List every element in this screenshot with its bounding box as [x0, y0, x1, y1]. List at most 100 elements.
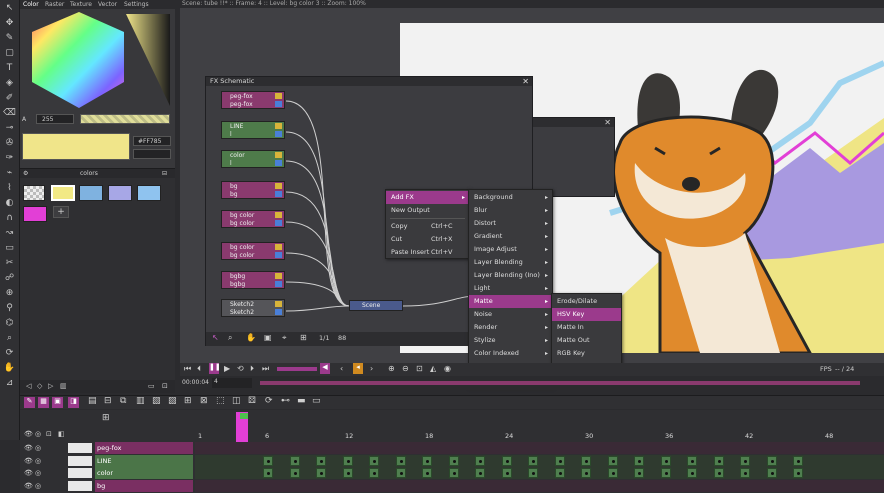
remove-icon[interactable]: ⊠ — [200, 396, 208, 406]
fx-menu-item[interactable]: Stylize ▸ — [469, 334, 552, 347]
duplicate-icon[interactable]: ⧉ — [120, 396, 126, 406]
prev-marker-icon[interactable]: ‹ — [340, 364, 343, 373]
xsheet-cell[interactable] — [369, 468, 379, 478]
fx-menu-item[interactable]: Color Indexed ▸ — [469, 347, 552, 360]
palette-swatch-3[interactable] — [137, 185, 161, 201]
type-tool-icon[interactable]: T — [3, 63, 16, 74]
focus-icon[interactable]: ⌖ — [282, 333, 287, 343]
color-wheel[interactable] — [24, 10, 172, 110]
tab-texture[interactable]: Texture — [70, 1, 92, 8]
xsheet-cell[interactable] — [713, 468, 724, 478]
each-icon[interactable]: ▧ — [152, 396, 161, 406]
xsheet-cell[interactable] — [713, 455, 724, 466]
xsheet-cell[interactable] — [448, 468, 459, 478]
matte-menu-item[interactable]: Erode/Dilate — [552, 295, 621, 308]
zoom-out-icon[interactable]: ⊖ — [402, 364, 409, 373]
plastic-tool-icon[interactable]: ⌬ — [3, 318, 16, 329]
schematic-node[interactable]: bg bg — [221, 181, 285, 199]
zoom-in-icon[interactable]: ⊕ — [388, 364, 395, 373]
camstand-toggle-icon[interactable]: ◎ — [35, 444, 41, 452]
xsheet-cell[interactable] — [581, 455, 591, 466]
fx-menu-item[interactable]: Layer Blending ▸ — [469, 256, 552, 269]
xsheet-cell[interactable] — [687, 468, 697, 478]
repeat-icon[interactable]: ▤ — [88, 396, 97, 406]
fx-menu-item[interactable]: Blur ▸ — [469, 204, 552, 217]
next-marker-icon[interactable]: › — [370, 364, 373, 373]
xsheet-cell[interactable] — [369, 455, 379, 466]
collapse-icon[interactable]: ▨ — [168, 396, 177, 406]
xsheet-cell[interactable] — [607, 468, 618, 478]
tab-color[interactable]: Color — [23, 1, 39, 8]
alpha-field[interactable]: 255 — [36, 114, 74, 124]
menu-item-paste-insert[interactable]: Paste Insert Ctrl+V — [386, 246, 469, 259]
reset-size-icon[interactable]: ⊞ — [300, 333, 307, 342]
animate-tool-icon[interactable]: ✥ — [3, 18, 16, 29]
node-output-port-icon[interactable] — [275, 131, 282, 137]
rotate-tool-icon[interactable]: ⟳ — [3, 348, 16, 359]
schematic-node[interactable]: Sketch2 Sketch2 — [221, 299, 285, 317]
node-output-port-icon[interactable] — [275, 160, 282, 166]
palette-swatch-1[interactable] — [79, 185, 103, 201]
fx-menu-item[interactable]: Background ▸ — [469, 191, 552, 204]
camstand-toggle-icon[interactable]: ◎ — [35, 469, 41, 477]
node-output-port-icon[interactable] — [275, 220, 282, 226]
node-output-port-icon[interactable] — [275, 309, 282, 315]
last-frame-icon[interactable]: ⏭ — [262, 364, 269, 374]
schematic-node[interactable]: bg color bg color — [221, 242, 285, 260]
xsheet-cell[interactable] — [342, 455, 353, 466]
hand-icon[interactable]: ✋ — [246, 333, 256, 342]
node-output-port-icon[interactable] — [275, 101, 282, 107]
camstand-icon[interactable]: ◎ — [35, 430, 41, 438]
schematic-node[interactable]: peg-fox peg-fox — [221, 91, 285, 109]
xsheet-cell[interactable] — [581, 468, 591, 478]
matte-menu-item[interactable]: Matte Out — [552, 334, 621, 347]
auto-button[interactable] — [133, 149, 171, 159]
xsheet-cell[interactable] — [395, 468, 406, 478]
xsheet-cell[interactable] — [554, 455, 565, 466]
style-picker-icon[interactable]: ✇ — [3, 138, 16, 149]
selection-tool-icon[interactable]: ↖ — [3, 3, 16, 14]
menu-item-copy[interactable]: Copy Ctrl+C — [386, 220, 469, 233]
camera-icon[interactable]: ◉ — [444, 364, 451, 373]
schematic-node[interactable]: LINE l — [221, 121, 285, 139]
eye-icon[interactable]: 👁 — [24, 469, 33, 477]
column-cells[interactable] — [195, 479, 884, 492]
new-column-icon[interactable]: ⊞ — [102, 413, 110, 423]
new-vector-level-icon[interactable]: ✎ — [24, 397, 35, 408]
xsheet-cell[interactable] — [501, 455, 512, 466]
column-header[interactable] — [95, 479, 193, 492]
tab-raster[interactable]: Raster — [45, 1, 64, 8]
zoom-icon[interactable]: ⌕ — [228, 333, 232, 343]
cutter-tool-icon[interactable]: ✂ — [3, 258, 16, 269]
fit-window-icon[interactable]: ▣ — [264, 333, 272, 342]
pause-button[interactable]: ❚❚ — [209, 363, 221, 374]
xsheet-cell[interactable] — [634, 455, 644, 466]
frame-icon[interactable]: ▭ — [148, 382, 155, 390]
palette-menu-icon[interactable]: ⚙ — [23, 170, 28, 177]
first-frame-icon[interactable]: ⏮ — [184, 364, 191, 374]
next-frame-icon[interactable]: ⏵ — [250, 364, 254, 374]
fx-menu-item[interactable]: Matte ▸ — [469, 295, 552, 308]
paint-brush-icon[interactable]: ✐ — [3, 93, 16, 104]
camstand-toggle-icon[interactable]: ◎ — [35, 457, 41, 465]
fit-icon[interactable]: ⊡ — [416, 364, 423, 373]
node-render-toggle-icon[interactable] — [275, 183, 282, 189]
alpha-slider[interactable] — [80, 114, 170, 124]
onion-skin-icon[interactable]: ◂ — [353, 363, 363, 374]
new-style-button[interactable]: + — [53, 206, 69, 218]
schematic-node[interactable]: color l — [221, 150, 285, 168]
eraser-tool-icon[interactable]: ⌫ — [3, 108, 16, 119]
fx-menu-item[interactable]: Render ▸ — [469, 321, 552, 334]
flip-icon[interactable]: ◭ — [430, 364, 436, 373]
zoom-tool-icon[interactable]: ⌕ — [3, 333, 16, 344]
xsheet-cell[interactable] — [289, 455, 300, 466]
xsheet-cell[interactable] — [740, 468, 750, 478]
new-raster-level-icon[interactable]: ▣ — [52, 397, 63, 408]
xsheet-cell[interactable] — [342, 468, 353, 478]
fx-menu-item[interactable]: Light ▸ — [469, 282, 552, 295]
matte-menu-item[interactable]: HSV Key — [552, 308, 621, 321]
hex-field[interactable]: #FF785 — [133, 136, 171, 146]
xsheet-cell[interactable] — [793, 468, 803, 478]
menu-item-cut[interactable]: Cut Ctrl+X — [386, 233, 469, 246]
preview-visible-icon[interactable]: 👁 — [24, 430, 33, 438]
